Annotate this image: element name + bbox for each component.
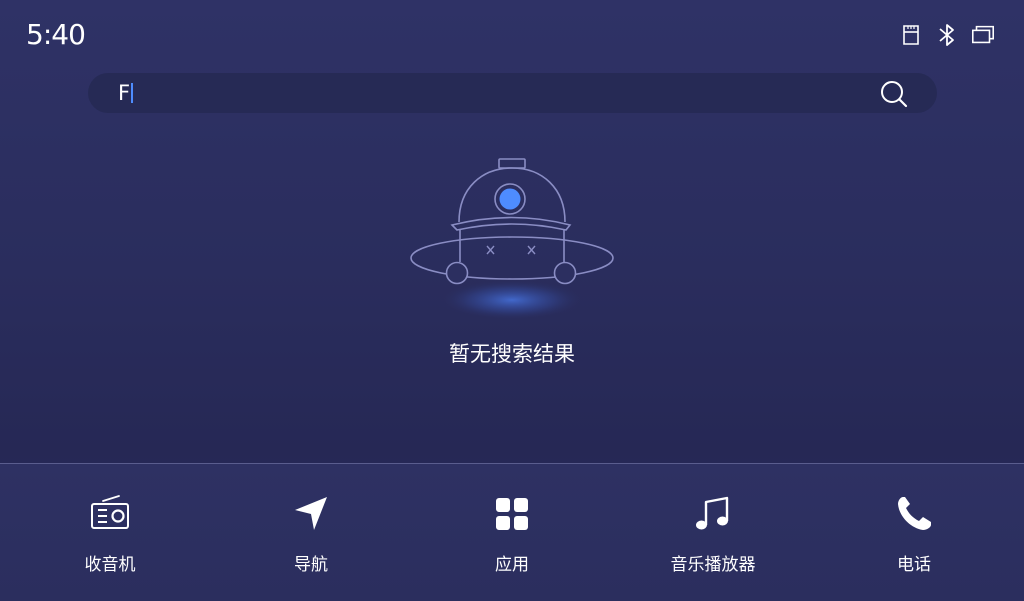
dock-item-phone[interactable]: 电话 [834, 464, 994, 601]
dock-item-label: 电话 [897, 555, 931, 575]
radio-icon [90, 494, 130, 534]
search-icon[interactable] [879, 79, 909, 109]
search-input[interactable]: F [118, 73, 134, 113]
music-note-icon [693, 494, 733, 534]
navigation-icon [291, 494, 331, 534]
status-icons [898, 22, 996, 48]
sd-card-icon [898, 22, 924, 48]
search-bar[interactable]: F [88, 73, 937, 113]
dock-item-label: 应用 [495, 555, 529, 575]
dock-item-music-player[interactable]: 音乐播放器 [633, 464, 793, 601]
search-input-text: F [118, 81, 131, 105]
apps-grid-icon [492, 494, 532, 534]
phone-icon [894, 494, 934, 534]
empty-state-message: 暂无搜索结果 [449, 342, 575, 366]
dock-item-radio[interactable]: 收音机 [30, 464, 190, 601]
dock-item-label: 收音机 [84, 555, 136, 575]
dock-item-label: 音乐播放器 [670, 555, 756, 575]
ufo-robot-icon [400, 150, 624, 330]
dock-item-apps[interactable]: 应用 [432, 464, 592, 601]
bottom-dock: 收音机 导航 应用 音乐播放器 电话 [0, 463, 1024, 601]
dock-item-label: 导航 [294, 555, 328, 575]
dock-item-navigation[interactable]: 导航 [231, 464, 391, 601]
status-time: 5:40 [26, 18, 86, 51]
windows-icon[interactable] [970, 22, 996, 48]
bluetooth-icon[interactable] [934, 22, 960, 48]
text-caret [131, 83, 134, 103]
